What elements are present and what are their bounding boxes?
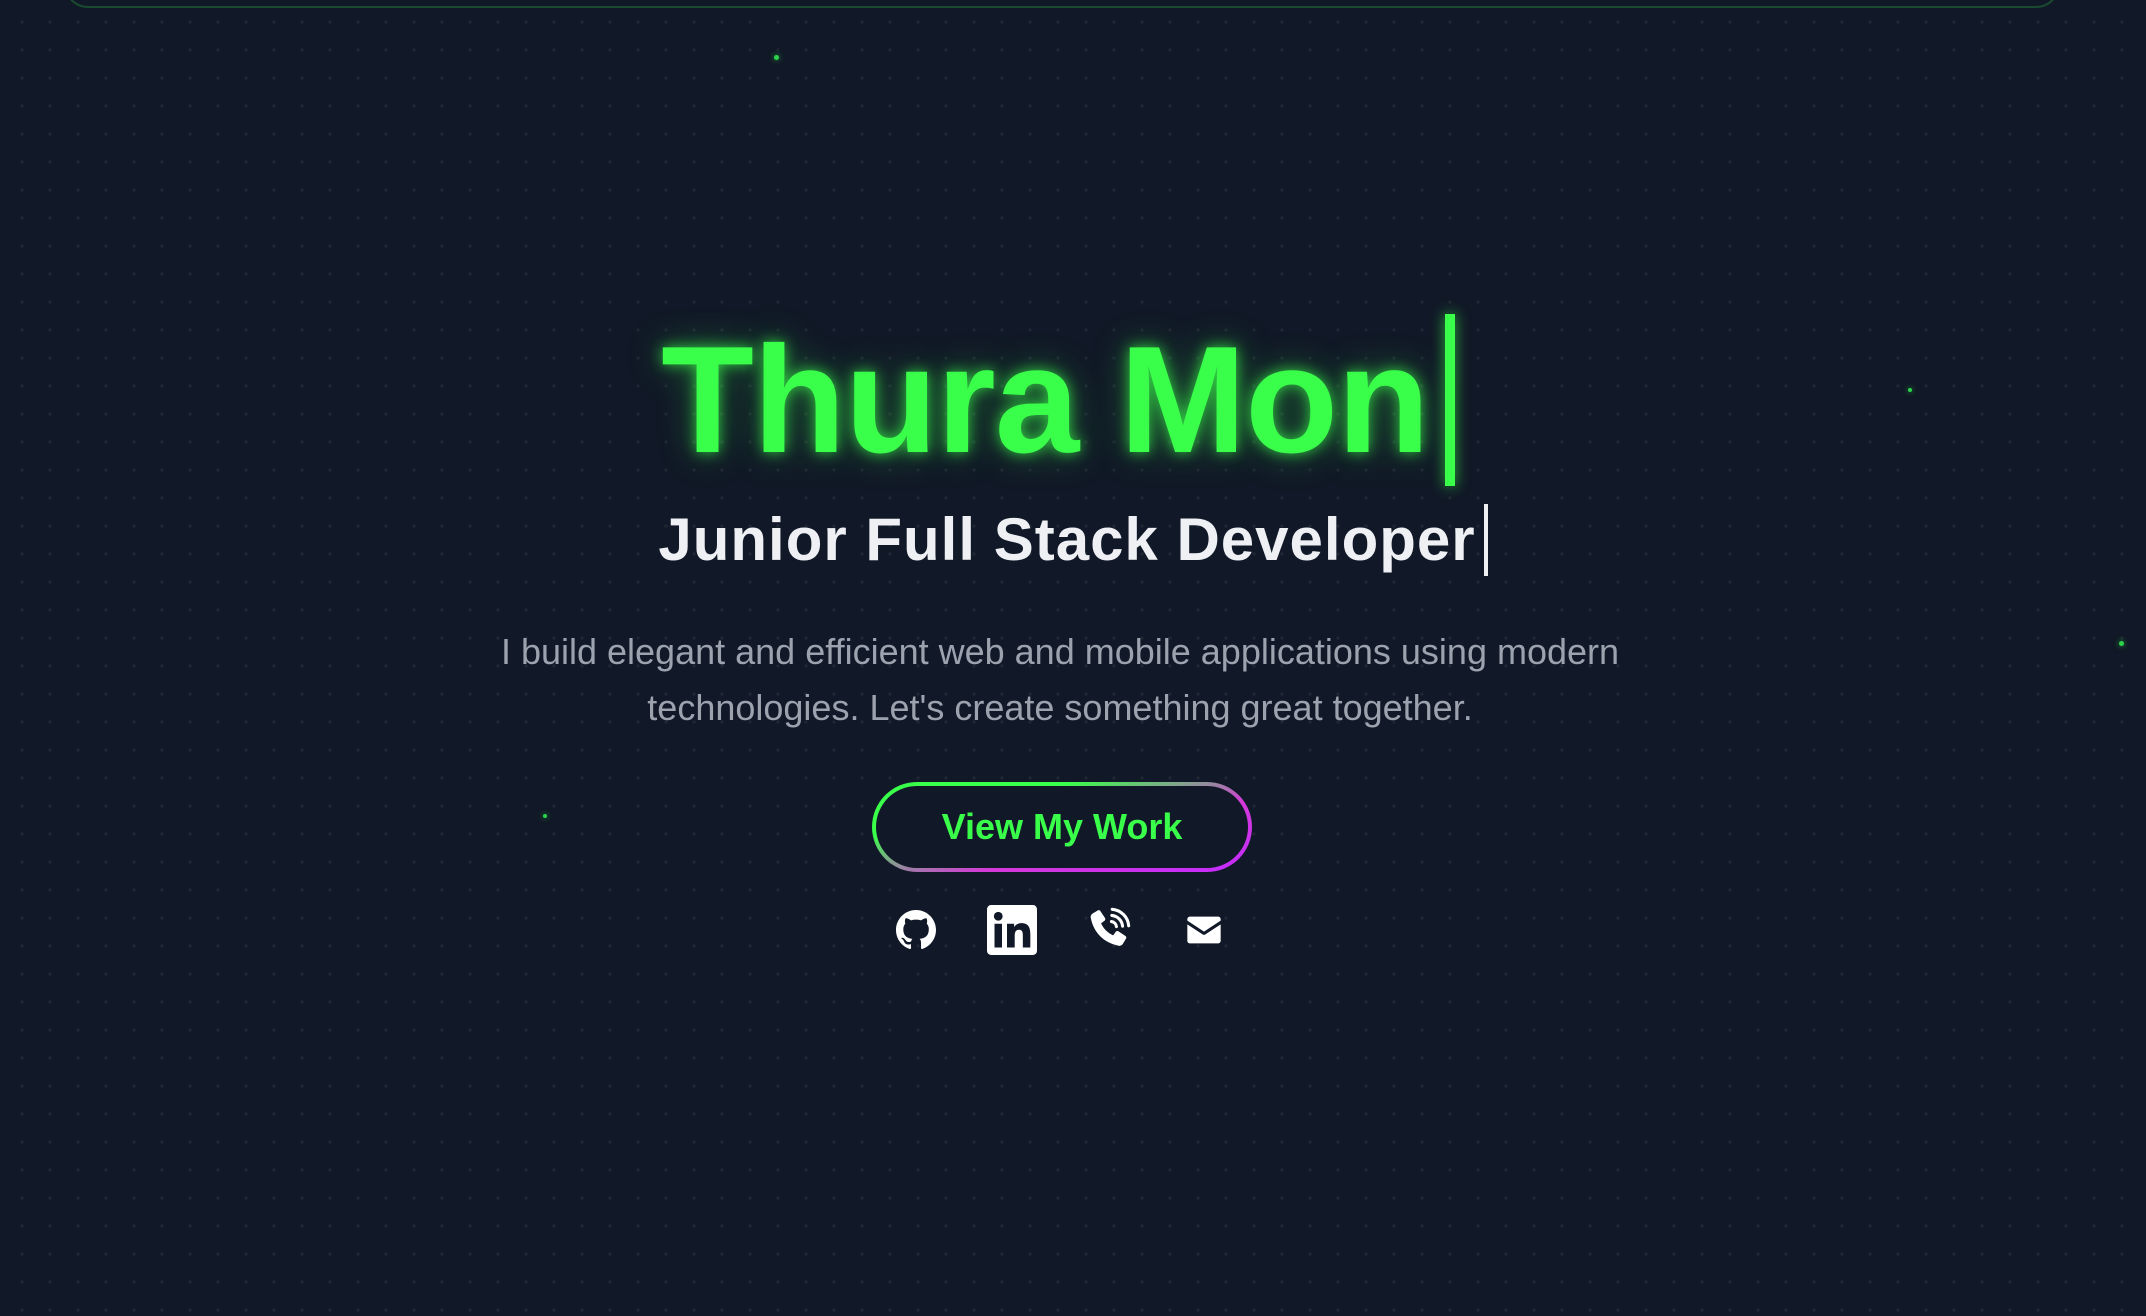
hero-name: Thura Mon: [661, 315, 1430, 485]
view-my-work-button[interactable]: View My Work: [872, 782, 1252, 872]
hero-role-line: Junior Full Stack Developer: [0, 500, 2146, 580]
hero-role: Junior Full Stack Developer: [658, 506, 1476, 573]
email-link[interactable]: [1174, 900, 1234, 960]
tagline-line: I build elegant and efficient web and mo…: [500, 631, 1620, 672]
hero-tagline: I build elegant and efficient web and mo…: [420, 624, 1700, 736]
linkedin-icon: [987, 905, 1037, 955]
typing-cursor: [1483, 504, 1488, 576]
linkedin-link[interactable]: [982, 900, 1042, 960]
github-icon: [896, 910, 936, 950]
tagline-line: technologies. Let's create something gre…: [647, 687, 1473, 728]
email-icon: [1187, 916, 1221, 944]
social-links: [886, 900, 1246, 960]
hero-section: Thura Mon Junior Full Stack Developer I …: [0, 0, 2146, 1316]
hero-name-line: Thura Mon: [0, 300, 2146, 500]
phone-icon: [1090, 907, 1131, 946]
view-my-work-label: View My Work: [876, 786, 1248, 868]
phone-link[interactable]: [1078, 900, 1138, 960]
github-link[interactable]: [886, 900, 946, 960]
typing-cursor: [1444, 314, 1455, 486]
